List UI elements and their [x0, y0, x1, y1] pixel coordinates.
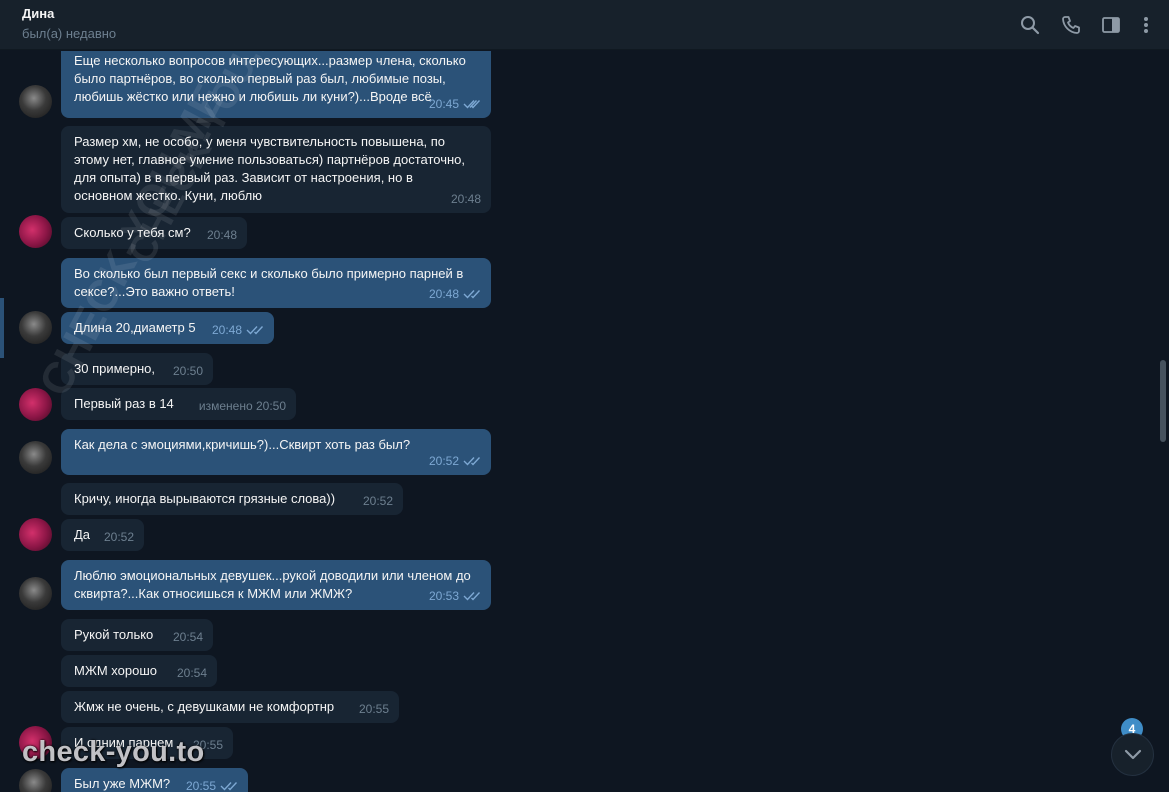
message-time: 20:45 — [429, 95, 481, 113]
message-time: 20:52 — [429, 452, 481, 470]
phone-icon[interactable] — [1058, 12, 1084, 38]
message-incoming[interactable]: Сколько у тебя см? 20:48 — [61, 217, 247, 249]
avatar[interactable] — [19, 311, 52, 344]
avatar[interactable] — [19, 215, 52, 248]
read-check-icon — [463, 100, 481, 109]
avatar[interactable] — [19, 518, 52, 551]
avatar[interactable] — [19, 388, 52, 421]
search-icon[interactable] — [1017, 12, 1043, 38]
message-outgoing[interactable]: Как дела с эмоциями,кричишь?)...Сквирт х… — [61, 429, 491, 475]
message-incoming[interactable]: Да 20:52 — [61, 519, 144, 551]
message-incoming[interactable]: МЖМ хорошо 20:54 — [61, 655, 217, 687]
watermark-text: check-you.to — [22, 736, 205, 768]
message-incoming[interactable]: Первый раз в 14 изменено 20:50 — [61, 388, 296, 420]
read-check-icon — [463, 592, 481, 601]
sidebar-toggle-icon[interactable] — [1098, 12, 1124, 38]
message-incoming[interactable]: 30 примерно, 20:50 — [61, 353, 213, 385]
message-outgoing[interactable]: Люблю эмоциональных девушек...рукой дово… — [61, 560, 491, 610]
message-text: Как дела с эмоциями,кричишь?)...Сквирт х… — [74, 437, 411, 452]
read-check-icon — [220, 782, 238, 791]
message-time: 20:54 — [172, 630, 203, 644]
message-incoming[interactable]: Размер хм, не особо, у меня чувствительн… — [61, 126, 491, 213]
contact-status: был(а) недавно — [22, 26, 117, 41]
message-time: 20:48 — [212, 321, 264, 339]
message-list[interactable]: Еще несколько вопросов интересующих...ра… — [0, 51, 1169, 792]
message-text: Размер хм, не особо, у меня чувствительн… — [74, 134, 465, 203]
read-check-icon — [463, 457, 481, 466]
message-incoming[interactable]: Рукой только 20:54 — [61, 619, 213, 651]
message-text: Жмж не очень, с девушками не комфортнр — [74, 699, 335, 714]
message-time: 20:48 — [206, 228, 237, 242]
message-time: 20:48 — [429, 285, 481, 303]
read-check-icon — [246, 326, 264, 335]
avatar[interactable] — [19, 769, 52, 792]
message-time: 20:52 — [103, 530, 134, 544]
message-outgoing[interactable]: Еще несколько вопросов интересующих...ра… — [61, 51, 491, 118]
message-time: изменено 20:50 — [198, 399, 286, 413]
chevron-down-icon — [1124, 749, 1141, 759]
message-outgoing[interactable]: Был уже МЖМ? 20:55 — [61, 768, 248, 792]
message-text: Во сколько был первый секс и сколько был… — [74, 266, 464, 299]
message-text: Еще несколько вопросов интересующих...ра… — [74, 53, 466, 104]
message-time: 20:54 — [176, 666, 207, 680]
message-text: Кричу, иногда вырываются грязные слова)) — [74, 491, 336, 506]
avatar[interactable] — [19, 441, 52, 474]
message-outgoing[interactable]: Длина 20,диаметр 5 20:48 — [61, 312, 274, 344]
chat-header: Дина был(а) недавно — [0, 0, 1169, 50]
message-time: 20:50 — [172, 364, 203, 378]
message-incoming[interactable]: Кричу, иногда вырываются грязные слова))… — [61, 483, 403, 515]
scrollbar-thumb[interactable] — [1160, 360, 1166, 442]
message-time: 20:55 — [186, 777, 238, 792]
message-outgoing[interactable]: Во сколько был первый секс и сколько был… — [61, 258, 491, 308]
avatar[interactable] — [19, 577, 52, 610]
message-time: 20:55 — [358, 702, 389, 716]
avatar[interactable] — [19, 85, 52, 118]
read-check-icon — [463, 290, 481, 299]
selection-marker — [0, 298, 4, 358]
message-text: Люблю эмоциональных девушек...рукой дово… — [74, 568, 471, 601]
message-time: 20:53 — [429, 587, 481, 605]
contact-name[interactable]: Дина — [22, 6, 54, 21]
message-incoming[interactable]: Жмж не очень, с девушками не комфортнр 2… — [61, 691, 399, 723]
scroll-down-button[interactable] — [1111, 733, 1154, 776]
more-icon[interactable] — [1133, 12, 1159, 38]
message-time: 20:52 — [362, 494, 393, 508]
message-time: 20:48 — [450, 192, 481, 206]
